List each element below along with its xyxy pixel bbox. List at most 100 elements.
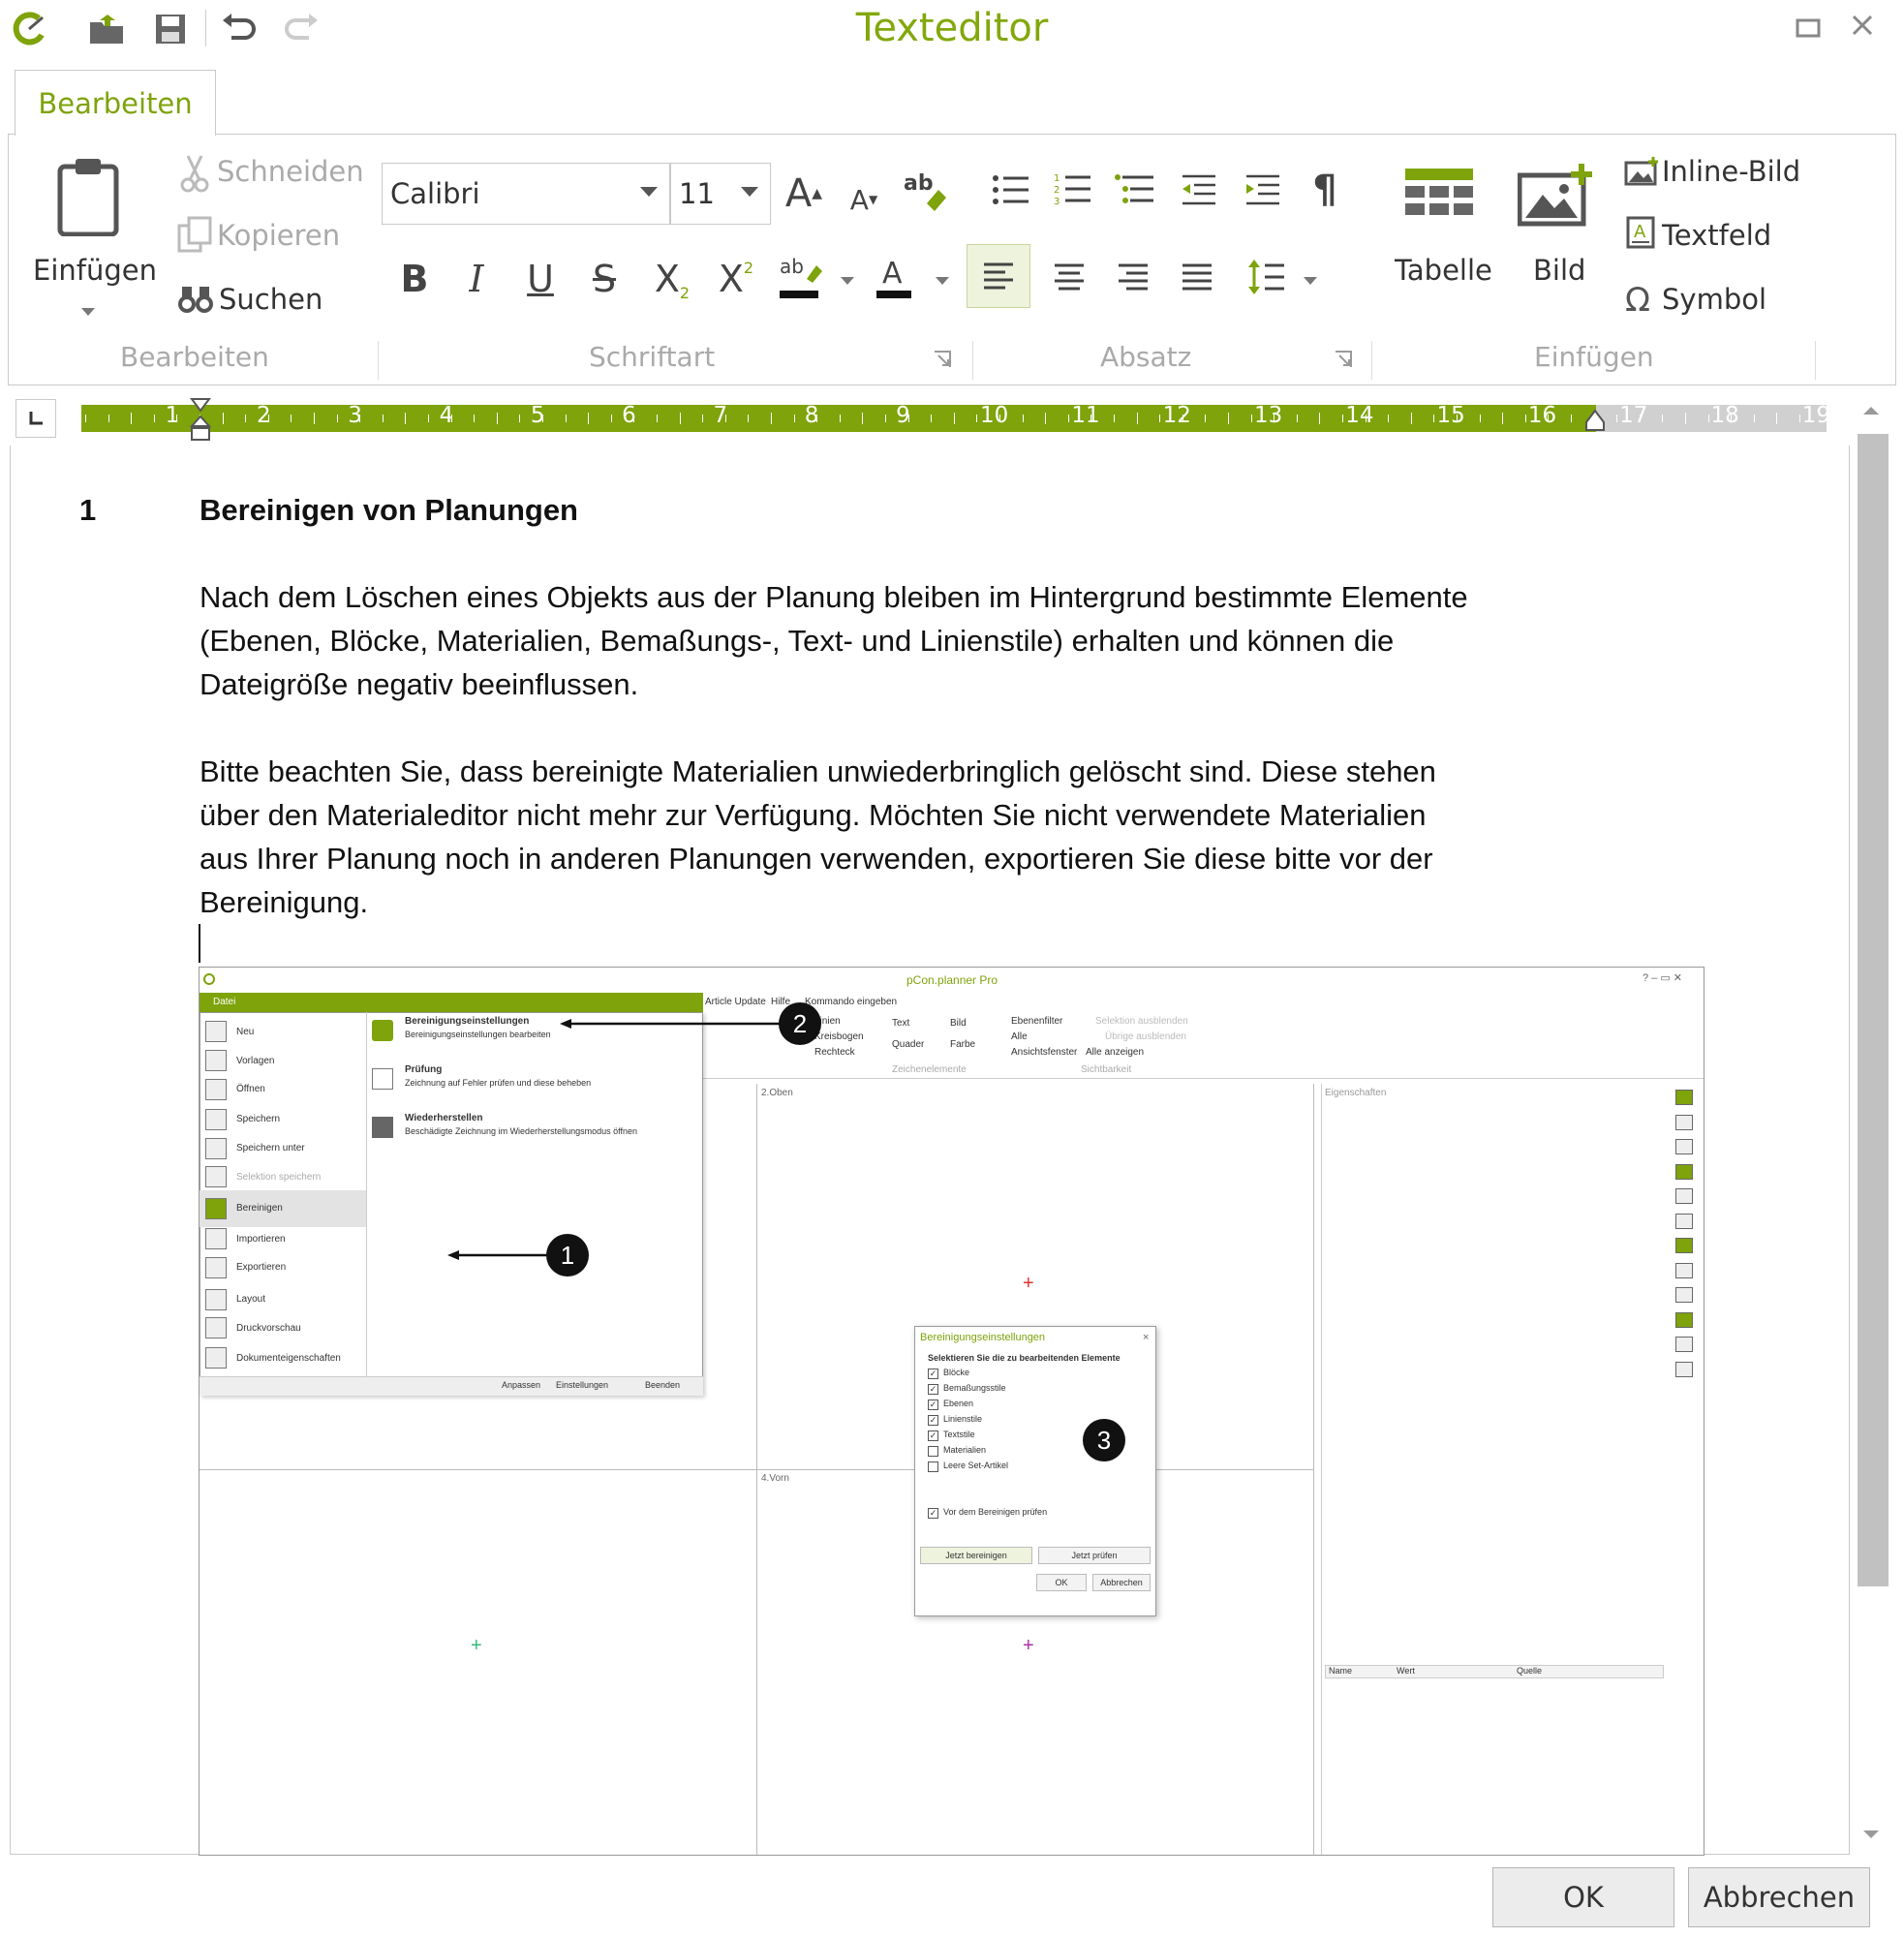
image-icon[interactable]: [1517, 161, 1594, 229]
dialog-checkbox[interactable]: [928, 1461, 938, 1472]
dialog-cancel-button[interactable]: Abbrechen: [1092, 1574, 1151, 1591]
cut-button[interactable]: Schneiden: [217, 155, 364, 188]
scroll-down-icon[interactable]: [1863, 1830, 1879, 1838]
scroll-up-icon[interactable]: [1863, 407, 1879, 415]
ruler-tick: [839, 415, 841, 422]
insert-image-button[interactable]: Bild: [1533, 254, 1585, 287]
font-color-dropdown-icon[interactable]: [936, 277, 949, 285]
subscript-button[interactable]: X2: [643, 250, 701, 308]
paragraph-2: Bitte beachten Sie, dass bereinigte Mate…: [200, 750, 1436, 924]
dialog-launcher-icon[interactable]: [932, 349, 953, 370]
table-icon[interactable]: [1402, 165, 1476, 229]
tab-stop-selector[interactable]: [15, 399, 56, 438]
increase-indent-icon[interactable]: [1236, 163, 1290, 217]
ruler-tick: [953, 413, 955, 424]
bold-button[interactable]: B: [385, 250, 444, 308]
ruler-tick: [1662, 415, 1664, 422]
line-spacing-dropdown-icon[interactable]: [1304, 277, 1317, 285]
chevron-down-icon: [741, 187, 758, 197]
dialog-checkbox[interactable]: ✓: [928, 1384, 938, 1395]
clean-now-button[interactable]: Jetzt bereinigen: [920, 1547, 1032, 1564]
dialog-checkbox-label: Bemaßungsstile: [943, 1383, 1006, 1393]
textbox-icon: A: [1625, 215, 1656, 250]
pilcrow-icon[interactable]: ¶: [1298, 163, 1352, 217]
multilevel-list-icon[interactable]: [1108, 163, 1162, 217]
italic-button[interactable]: I: [447, 250, 506, 308]
highlight-dropdown-icon[interactable]: [841, 277, 854, 285]
paste-icon[interactable]: [54, 155, 122, 237]
close-icon[interactable]: [1850, 8, 1875, 46]
grow-font-button[interactable]: A ▲: [775, 165, 833, 223]
ruler-tick: [107, 415, 109, 422]
copy-icon: [176, 215, 215, 254]
ruler-tick: [1067, 415, 1069, 422]
ruler-tick: [1776, 413, 1778, 424]
superscript-button[interactable]: X2: [707, 250, 765, 308]
indent-marker-icon[interactable]: [189, 397, 212, 442]
insert-table-button[interactable]: Tabelle: [1395, 254, 1492, 287]
highlight-icon[interactable]: ab: [777, 254, 825, 302]
dialog-launcher-icon[interactable]: [1333, 349, 1354, 370]
ruler-number: 1: [165, 403, 180, 428]
cancel-button[interactable]: Abbrechen: [1688, 1867, 1870, 1927]
chevron-down-icon: [640, 187, 658, 197]
paste-dropdown-icon[interactable]: [81, 308, 95, 316]
line-spacing-icon[interactable]: [1240, 250, 1294, 304]
shrink-font-button[interactable]: A ▼: [835, 170, 893, 229]
ruler-tick: [565, 415, 567, 422]
tab-bearbeiten[interactable]: Bearbeiten: [15, 70, 216, 136]
dialog-ok-button[interactable]: OK: [1036, 1574, 1087, 1591]
maximize-icon[interactable]: [1796, 10, 1821, 48]
ruler-tick: [1319, 413, 1321, 424]
ruler-tick: [85, 415, 86, 422]
align-right-icon[interactable]: [1106, 250, 1160, 304]
right-indent-marker-icon[interactable]: [1584, 409, 1606, 432]
symbol-button[interactable]: Symbol: [1662, 283, 1766, 316]
grow-font-icon: A: [784, 171, 813, 216]
ruler-tick: [885, 415, 886, 422]
ruler-tick: [1571, 415, 1572, 422]
find-button[interactable]: Suchen: [219, 283, 322, 316]
align-left-icon[interactable]: [967, 244, 1030, 308]
paste-button[interactable]: Einfügen: [33, 254, 157, 287]
dialog-title: Bereinigungseinstellungen: [920, 1332, 1046, 1343]
justify-icon[interactable]: [1170, 250, 1224, 304]
font-size-select[interactable]: 11: [670, 163, 771, 225]
dialog-checkbox[interactable]: ✓: [928, 1400, 938, 1410]
underline-button[interactable]: U: [511, 250, 569, 308]
heading-number: 1: [79, 493, 97, 527]
svg-text:3: 3: [1054, 197, 1059, 207]
ruler-tick: [1753, 415, 1755, 422]
clear-format-icon[interactable]: ab: [901, 170, 951, 213]
dialog-close-icon[interactable]: ×: [1143, 1332, 1149, 1343]
ruler-tick: [1479, 415, 1481, 422]
inline-image-icon: [1623, 157, 1660, 186]
copy-button[interactable]: Kopieren: [217, 219, 340, 252]
omega-icon: Ω: [1625, 281, 1650, 320]
window-title: Texteditor: [855, 6, 1049, 50]
decrease-indent-icon[interactable]: [1172, 163, 1226, 217]
align-center-icon[interactable]: [1042, 250, 1096, 304]
dialog-checkbox[interactable]: [928, 1446, 938, 1457]
strikethrough-button[interactable]: S: [575, 250, 633, 308]
check-before-checkbox[interactable]: ✓: [928, 1508, 938, 1519]
check-now-button[interactable]: Jetzt prüfen: [1038, 1547, 1151, 1564]
ruler-tick: [176, 415, 178, 422]
ruler-tick: [1685, 413, 1686, 424]
bullet-list-icon[interactable]: [984, 163, 1038, 217]
dialog-checkbox[interactable]: ✓: [928, 1369, 938, 1379]
ruler-tick: [405, 413, 407, 424]
numbered-list-icon[interactable]: 123: [1046, 163, 1100, 217]
ruler-number: 19: [1801, 403, 1831, 428]
svg-text:ab: ab: [780, 255, 804, 278]
textbox-button[interactable]: Textfeld: [1662, 219, 1771, 252]
scrollbar-thumb[interactable]: [1858, 434, 1889, 1586]
dialog-checkbox[interactable]: ✓: [928, 1415, 938, 1426]
shrink-font-icon: A: [849, 183, 869, 216]
ok-button[interactable]: OK: [1492, 1867, 1674, 1927]
font-color-icon[interactable]: A: [870, 254, 918, 302]
inline-image-button[interactable]: Inline-Bild: [1662, 155, 1800, 188]
dialog-checkbox[interactable]: ✓: [928, 1430, 938, 1441]
font-family-select[interactable]: Calibri: [382, 163, 670, 225]
embedded-screenshot[interactable]: pCon.planner Pro ? – ▭ ✕ Datei Article U…: [199, 967, 1704, 1856]
